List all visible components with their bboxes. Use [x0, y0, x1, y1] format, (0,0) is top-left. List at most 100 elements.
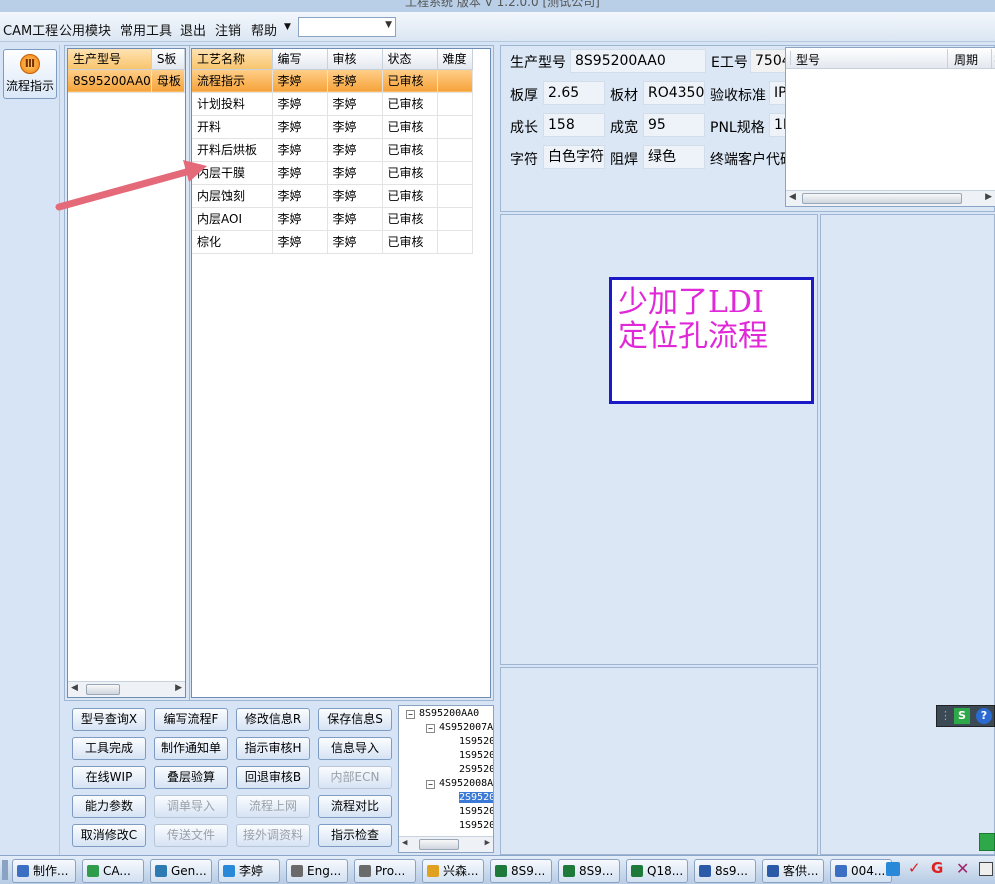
cell-status[interactable]: 已审核 — [382, 161, 438, 185]
action-button[interactable]: 取消修改C — [72, 824, 146, 847]
cell-difficulty[interactable] — [437, 138, 473, 162]
col-header-s-board[interactable]: S板 — [151, 49, 186, 70]
taskbar-item[interactable]: 8S9... — [558, 859, 620, 883]
scroll-right-icon[interactable]: ▶ — [485, 838, 490, 848]
taskbar-item[interactable]: Q18... — [626, 859, 688, 883]
menu-exit[interactable]: 退出 — [180, 20, 206, 39]
col-header-cycle[interactable]: 周期 — [954, 51, 978, 68]
action-button[interactable]: 指示审核H — [236, 737, 310, 760]
table-row[interactable]: 流程指示 李婷 李婷 已审核 — [192, 69, 473, 93]
prod-model-field[interactable]: 8S95200AA0 — [570, 49, 706, 73]
action-button[interactable]: 信息导入 — [318, 737, 392, 760]
cell-process[interactable]: 计划投料 — [192, 92, 273, 116]
mask-field[interactable]: 绿色 — [643, 145, 705, 169]
model-grid-scrollbar[interactable]: ◀ ▶ — [68, 681, 185, 697]
taskbar-item[interactable]: 兴森... — [422, 859, 484, 883]
cell-reviewer[interactable]: 李婷 — [327, 69, 383, 93]
table-row[interactable]: 内层AOI 李婷 李婷 已审核 — [192, 207, 473, 231]
cell-status[interactable]: 已审核 — [382, 184, 438, 208]
table-row[interactable]: 计划投料 李婷 李婷 已审核 — [192, 92, 473, 116]
col-header-difficulty[interactable]: 难度 — [437, 49, 473, 70]
table-row[interactable]: 内层干膜 李婷 李婷 已审核 — [192, 161, 473, 185]
tray-app-icon[interactable] — [886, 862, 900, 876]
action-button[interactable]: 保存信息S — [318, 708, 392, 731]
col-header-author[interactable]: 编写 — [272, 49, 328, 70]
cell-status[interactable]: 已审核 — [382, 207, 438, 231]
tree-leaf-selected[interactable]: 2S9520 — [459, 792, 493, 803]
cell-status[interactable]: 已审核 — [382, 230, 438, 254]
width-field[interactable]: 95 — [643, 113, 705, 137]
taskbar-item[interactable]: 客供... — [762, 859, 824, 883]
cell-author[interactable]: 李婷 — [272, 184, 328, 208]
tray-x-icon[interactable]: ✕ — [956, 859, 969, 878]
cell-status[interactable]: 已审核 — [382, 138, 438, 162]
cell-difficulty[interactable] — [437, 184, 473, 208]
scroll-left-icon[interactable]: ◀ — [71, 683, 78, 693]
cell-status[interactable]: 已审核 — [382, 115, 438, 139]
table-row[interactable]: 内层蚀刻 李婷 李婷 已审核 — [192, 184, 473, 208]
taskbar-item[interactable]: Pro... — [354, 859, 416, 883]
tray-g-icon[interactable]: G — [931, 859, 943, 877]
action-button[interactable]: 制作通知单 — [154, 737, 228, 760]
cell-author[interactable]: 李婷 — [272, 92, 328, 116]
taskbar-item[interactable]: 004.... — [830, 859, 892, 883]
menu-tools[interactable]: 常用工具 — [120, 20, 172, 39]
menu-help[interactable]: 帮助 — [251, 20, 277, 39]
collapse-icon[interactable]: − — [426, 724, 435, 733]
grip-icon[interactable]: ⋮ — [940, 709, 951, 722]
scroll-left-icon[interactable]: ◀ — [789, 192, 796, 202]
tree-leaf[interactable]: 2S9520 — [459, 764, 493, 775]
menu-common-modules[interactable]: 公用模块 — [59, 20, 111, 39]
col-header-reviewer[interactable]: 审核 — [327, 49, 383, 70]
action-button[interactable]: 能力参数 — [72, 795, 146, 818]
cell-reviewer[interactable]: 李婷 — [327, 138, 383, 162]
cell-process[interactable]: 开料 — [192, 115, 273, 139]
cell-reviewer[interactable]: 李婷 — [327, 207, 383, 231]
action-button[interactable]: 流程上网 — [236, 795, 310, 818]
s-icon[interactable]: S — [954, 708, 970, 724]
cell-author[interactable]: 李婷 — [272, 115, 328, 139]
cell-difficulty[interactable] — [437, 207, 473, 231]
action-button[interactable]: 工具完成 — [72, 737, 146, 760]
process-guide-button[interactable]: Ⅲ 流程指示 — [3, 49, 57, 99]
scroll-thumb[interactable] — [802, 193, 962, 204]
cell-author[interactable]: 李婷 — [272, 138, 328, 162]
taskbar-item[interactable]: Eng... — [286, 859, 348, 883]
taskbar-item[interactable]: 制作... — [12, 859, 76, 883]
cell-difficulty[interactable] — [437, 92, 473, 116]
cell-author[interactable]: 李婷 — [272, 230, 328, 254]
table-row[interactable]: 8S95200AA0 母板 — [68, 69, 186, 93]
cell-reviewer[interactable]: 李婷 — [327, 161, 383, 185]
silk-field[interactable]: 白色字符 — [543, 145, 605, 169]
collapse-icon[interactable]: − — [406, 710, 415, 719]
col-header-model[interactable]: 生产型号 — [68, 49, 152, 70]
action-button[interactable]: 指示检查 — [318, 824, 392, 847]
table-row[interactable]: 开料后烘板 李婷 李婷 已审核 — [192, 138, 473, 162]
material-field[interactable]: RO4350B — [643, 81, 705, 105]
tray-pen-icon[interactable]: ✓ — [908, 859, 921, 877]
action-button[interactable]: 修改信息R — [236, 708, 310, 731]
taskbar-item[interactable]: Gen... — [150, 859, 212, 883]
cell-s-board[interactable]: 母板 — [151, 69, 186, 93]
taskbar-item[interactable]: CA... — [82, 859, 144, 883]
tree-leaf[interactable]: 1S9520 — [459, 750, 493, 761]
tree-scrollbar[interactable]: ◀ ▶ — [399, 836, 493, 852]
s-tray-icon[interactable] — [979, 833, 995, 851]
action-button[interactable]: 在线WIP — [72, 766, 146, 789]
scroll-right-icon[interactable]: ▶ — [175, 683, 182, 693]
cell-model[interactable]: 8S95200AA0 — [68, 69, 152, 93]
cell-reviewer[interactable]: 李婷 — [327, 184, 383, 208]
cell-difficulty[interactable] — [437, 161, 473, 185]
tree-leaf[interactable]: 1S9520 — [459, 736, 493, 747]
action-button[interactable]: 调单导入 — [154, 795, 228, 818]
table-row[interactable]: 棕化 李婷 李婷 已审核 — [192, 230, 473, 254]
col-header-process[interactable]: 工艺名称 — [192, 49, 273, 70]
structure-tree[interactable]: − 8S95200AA0 − 4S952007A 1S9520 1S9520 2… — [398, 705, 494, 853]
cell-author[interactable]: 李婷 — [272, 161, 328, 185]
cell-reviewer[interactable]: 李婷 — [327, 115, 383, 139]
action-button[interactable]: 接外调资料 — [236, 824, 310, 847]
tree-leaf[interactable]: 1S9520 — [459, 820, 493, 831]
action-button[interactable]: 型号查询X — [72, 708, 146, 731]
action-button[interactable]: 叠层验算 — [154, 766, 228, 789]
toolbar-combo[interactable]: ▼ — [298, 17, 396, 37]
